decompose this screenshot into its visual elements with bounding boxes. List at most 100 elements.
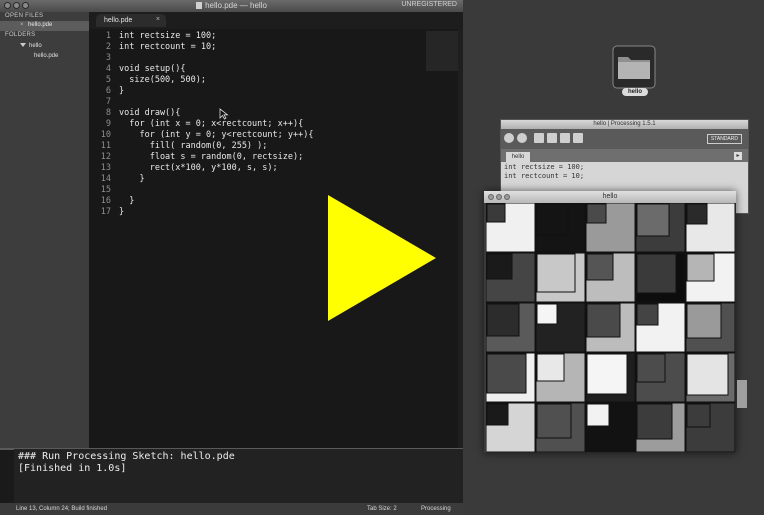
status-tab-size[interactable]: Tab Size: 2 [367, 506, 397, 512]
sketch-rect [636, 253, 677, 294]
sketch-rect [586, 203, 607, 224]
sketch-rect [536, 353, 565, 382]
sketch-rect [486, 303, 520, 337]
sketch-rect [686, 253, 715, 282]
code-line: } [119, 174, 145, 184]
line-number: 1 [105, 31, 111, 41]
document-icon [196, 2, 203, 9]
mode-button[interactable]: STANDARD [706, 134, 742, 144]
sketch-rect [636, 353, 666, 383]
sketch-rect [586, 403, 610, 427]
sketch-rect [536, 303, 558, 325]
line-number: 16 [100, 196, 111, 206]
disclosure-triangle-icon[interactable] [20, 43, 26, 47]
play-triangle [328, 195, 436, 321]
code-line: void draw(){ [119, 108, 181, 118]
play-icon[interactable] [328, 195, 436, 321]
code-line: void setup(){ [119, 64, 186, 74]
sketch-rect [686, 353, 729, 396]
status-syntax[interactable]: Processing [421, 506, 451, 512]
tab-hello-pde[interactable]: hello.pde × [96, 14, 166, 27]
tab-bar: hello.pde × [89, 12, 463, 29]
line-number: 2 [105, 42, 111, 52]
code-line: rect(x*100, y*100, s, s); [119, 163, 278, 173]
line-number: 9 [105, 119, 111, 129]
open-file-name: hello.pde [28, 22, 53, 28]
window-title: hello.pde — hello [0, 1, 463, 10]
folder-item[interactable]: hello [20, 43, 42, 49]
line-number: 14 [100, 174, 111, 184]
processing-tab-hello[interactable]: hello [506, 152, 530, 162]
folder-icon[interactable] [612, 45, 656, 89]
status-bar: Line 13, Column 24; Build finished Tab S… [0, 503, 463, 515]
save-button[interactable] [560, 133, 570, 143]
processing-title: hello | Processing 1.5.1 [593, 121, 656, 127]
minimap[interactable] [426, 31, 458, 71]
sketch-rect [586, 353, 628, 395]
sublime-titlebar: hello.pde — hello UNREGISTERED [0, 0, 463, 12]
tab-label: hello.pde [104, 17, 133, 24]
sketch-rect [686, 403, 711, 428]
processing-code-line: int rectcount = 10; [504, 172, 585, 180]
code-line: fill( random(0, 255) ); [119, 141, 268, 151]
export-button[interactable] [573, 133, 583, 143]
line-number: 8 [105, 108, 111, 118]
line-number: 12 [100, 152, 111, 162]
stop-button[interactable] [517, 133, 527, 143]
processing-titlebar: hello | Processing 1.5.1 [501, 120, 748, 129]
code-line: } [119, 86, 125, 96]
code-line: } [119, 207, 125, 217]
open-files-header: OPEN FILES [5, 13, 44, 19]
sketch-titlebar: hello [484, 191, 736, 203]
editor-scrollbar[interactable] [458, 29, 463, 449]
code-line: for (int x = 0; x<rectcount; x++){ [119, 119, 304, 129]
sketch-rect [636, 203, 670, 237]
sketch-rect [686, 303, 722, 339]
sketch-title: hello [602, 193, 618, 200]
line-number: 15 [100, 185, 111, 195]
sketch-rect [486, 353, 527, 394]
processing-tabbar: hello ▸ [501, 149, 748, 162]
unregistered-label: UNREGISTERED [401, 1, 457, 8]
line-number: 17 [100, 207, 111, 217]
processing-scrollbar[interactable] [737, 380, 747, 408]
sketch-rect [636, 403, 673, 440]
run-button[interactable] [504, 133, 514, 143]
line-number-gutter: 1 2 3 4 5 6 7 8 9 10 11 12 13 14 15 16 17 [89, 29, 111, 449]
line-number: 7 [105, 97, 111, 107]
line-number: 10 [100, 130, 111, 140]
folder-name: hello [29, 43, 42, 49]
sketch-rect [536, 253, 576, 293]
sketch-canvas [486, 203, 736, 453]
status-position: Line 13, Column 24; Build finished [16, 506, 108, 512]
open-button[interactable] [547, 133, 557, 143]
sketch-rect [486, 403, 509, 426]
window-title-text: hello.pde — hello [205, 1, 267, 10]
sketch-rect [536, 403, 572, 439]
console-gutter [0, 450, 14, 503]
code-line: float s = random(0, rectsize); [119, 152, 304, 162]
sketch-rect [486, 253, 513, 280]
folders-header: FOLDERS [5, 32, 36, 38]
tab-menu-arrow-icon[interactable]: ▸ [734, 152, 742, 160]
folder-file-item[interactable]: hello.pde [34, 53, 58, 59]
sidebar: OPEN FILES × hello.pde FOLDERS hello hel… [0, 12, 89, 449]
tab-close-icon[interactable]: × [156, 16, 160, 23]
close-file-icon[interactable]: × [20, 22, 24, 28]
sketch-rect [586, 303, 621, 338]
processing-toolbar: STANDARD [501, 129, 748, 149]
code-line: int rectsize = 100; [119, 31, 217, 41]
mouse-cursor-icon [219, 108, 229, 120]
console-line: [Finished in 1.0s] [18, 463, 127, 474]
sketch-rect [586, 253, 614, 281]
folder-label[interactable]: hello [622, 88, 648, 96]
sketch-rect [536, 203, 569, 236]
build-console: ### Run Processing Sketch: hello.pde [Fi… [14, 449, 463, 503]
open-file-item[interactable]: × hello.pde [0, 21, 89, 31]
sketch-rect [636, 303, 659, 326]
sketch-rect [686, 203, 708, 225]
code-line: size(500, 500); [119, 75, 206, 85]
new-button[interactable] [534, 133, 544, 143]
code-line: int rectcount = 10; [119, 42, 217, 52]
line-number: 3 [105, 53, 111, 63]
